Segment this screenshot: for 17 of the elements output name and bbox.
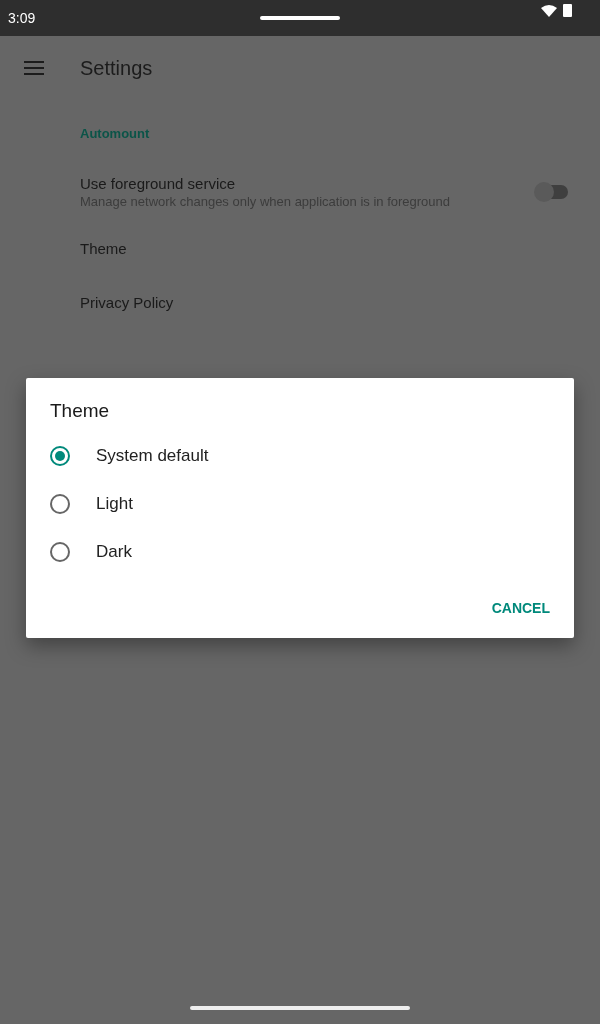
page-title: Settings [80,56,153,80]
menu-icon[interactable] [24,60,46,76]
setting-title[interactable]: Use foreground service [80,175,538,192]
option-label[interactable]: Light [96,494,133,514]
radio-button[interactable] [50,446,70,466]
setting-title[interactable]: Privacy Policy [80,293,174,311]
dialog-title: Theme [50,400,111,422]
status-time: 3:09 [8,10,36,26]
setting-title[interactable]: Theme [80,239,127,257]
option-label[interactable]: System default [96,446,209,466]
category-header: Automount [80,126,151,141]
radio-button[interactable] [50,494,70,514]
battery-icon [563,4,572,17]
wifi-icon [541,5,557,17]
cancel-button[interactable]: CANCEL [491,592,550,624]
radio-button[interactable] [50,542,70,562]
option-label[interactable]: Dark [96,542,132,562]
